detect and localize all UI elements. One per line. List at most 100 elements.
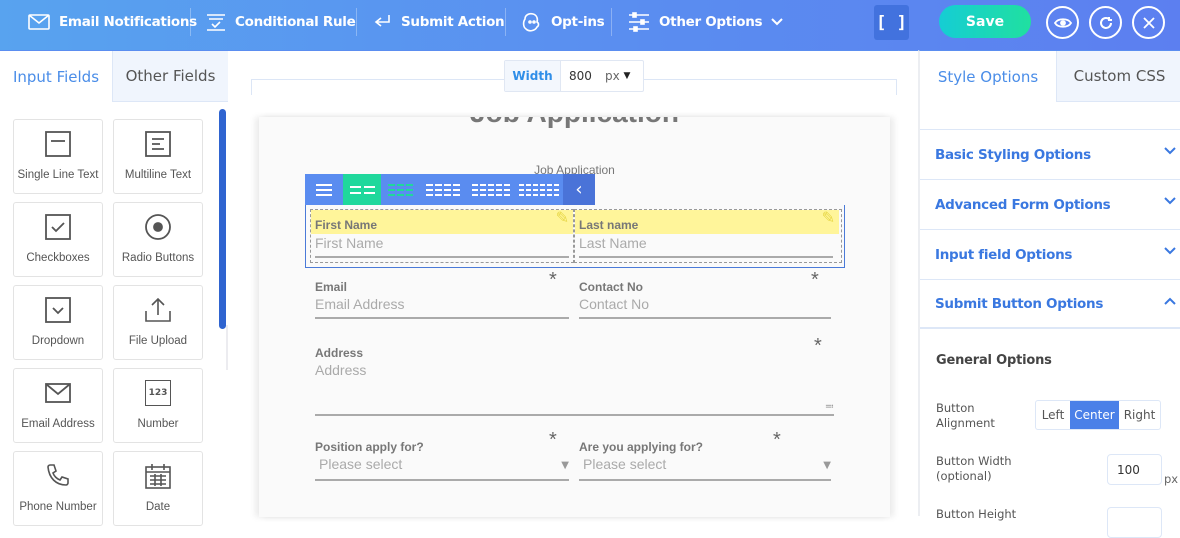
first-name-input[interactable]: First Name xyxy=(315,235,383,251)
divider xyxy=(611,8,612,36)
form-canvas: Width 800 px ▼ Job Application Job Appli… xyxy=(228,50,918,517)
align-center-option[interactable]: Center xyxy=(1070,401,1119,429)
required-asterisk: * xyxy=(549,269,557,291)
edit-pencil-icon[interactable]: ✎ xyxy=(556,208,569,227)
section-submit-button[interactable]: Submit Button Options xyxy=(920,279,1180,329)
nav-opt-ins[interactable]: Opt-ins xyxy=(520,0,605,44)
tab-style-options[interactable]: Style Options xyxy=(920,51,1056,102)
reset-button[interactable] xyxy=(1089,6,1122,39)
last-name-input[interactable]: Last Name xyxy=(579,235,647,251)
eye-icon xyxy=(1053,17,1072,28)
save-button[interactable]: Save xyxy=(939,5,1031,38)
button-width-input[interactable]: 100 xyxy=(1107,454,1162,485)
fullscreen-button[interactable]: [ ] xyxy=(874,5,909,40)
canvas-width-control: Width 800 px ▼ xyxy=(504,60,644,92)
email-field[interactable]: Email Email Address xyxy=(315,280,569,319)
field-checkboxes[interactable]: Checkboxes xyxy=(13,202,103,277)
button-alignment-label: Button Alignment xyxy=(936,401,995,430)
width-label: Width xyxy=(505,61,561,91)
first-name-label: First Name xyxy=(311,210,573,234)
tab-other-fields[interactable]: Other Fields xyxy=(112,51,228,102)
one-column-icon xyxy=(316,183,332,196)
single-line-text-icon xyxy=(45,131,71,157)
tab-custom-css[interactable]: Custom CSS xyxy=(1056,51,1180,102)
refresh-icon xyxy=(1099,16,1112,29)
dropdown-icon xyxy=(45,297,71,323)
field-dropdown[interactable]: Dropdown xyxy=(13,285,103,360)
section-basic-styling[interactable]: Basic Styling Options xyxy=(920,129,1180,179)
field-email-address[interactable]: Email Address xyxy=(13,368,103,443)
chevron-down-icon xyxy=(1164,197,1176,205)
required-asterisk: * xyxy=(549,429,557,451)
collapse-layout-toolbar[interactable]: ‹ xyxy=(563,174,595,205)
resize-handle-icon[interactable]: ≕ xyxy=(825,402,834,412)
close-icon xyxy=(1142,16,1155,29)
layout-2-columns[interactable] xyxy=(343,174,381,205)
layout-4-columns[interactable] xyxy=(419,174,467,205)
field-file-upload[interactable]: File Upload xyxy=(113,285,203,360)
divider xyxy=(190,8,191,36)
return-arrow-icon xyxy=(374,15,390,27)
layout-1-column[interactable] xyxy=(305,174,343,205)
chevron-down-icon xyxy=(1164,147,1176,155)
top-toolbar: Email Notifications Conditional Rule Sub… xyxy=(0,0,1180,50)
nav-other-options[interactable]: Other Options xyxy=(628,0,784,44)
field-date[interactable]: Date xyxy=(113,451,203,526)
last-name-label: Last name xyxy=(575,210,839,234)
nav-submit-action[interactable]: Submit Action xyxy=(372,0,505,44)
chevron-down-icon xyxy=(1164,247,1176,255)
field-multiline-text[interactable]: Multiline Text xyxy=(113,119,203,194)
position-select[interactable]: Position apply for? Please select ▼ xyxy=(315,440,569,481)
align-right-option[interactable]: Right xyxy=(1119,401,1160,429)
selected-row[interactable]: First Name ✎ First Name Last name ✎ Last… xyxy=(305,205,845,268)
six-columns-icon xyxy=(519,183,559,196)
multiline-text-icon xyxy=(145,131,171,157)
last-name-cell[interactable]: Last name ✎ Last Name xyxy=(574,208,842,263)
general-options-heading: General Options xyxy=(936,353,1052,368)
field-radio-buttons[interactable]: Radio Buttons xyxy=(113,202,203,277)
two-columns-icon xyxy=(349,185,375,194)
nav-email-notifications[interactable]: Email Notifications xyxy=(28,0,197,44)
first-name-cell[interactable]: First Name ✎ First Name xyxy=(310,208,574,263)
form-preview: Job Application Job Application ‹ xyxy=(259,117,890,517)
field-phone-number[interactable]: Phone Number xyxy=(13,451,103,526)
chevron-left-icon: ‹ xyxy=(575,179,583,200)
four-columns-icon xyxy=(426,183,460,196)
conditional-check-icon xyxy=(207,14,225,31)
calendar-icon xyxy=(145,464,171,489)
applying-for-select[interactable]: Are you applying for? Please select ▼ xyxy=(579,440,831,481)
fields-panel: Input Fields Other Fields Single Line Te… xyxy=(0,50,240,526)
layout-3-columns[interactable] xyxy=(381,174,419,205)
envelope-icon xyxy=(45,383,71,403)
button-height-input[interactable] xyxy=(1107,507,1162,538)
address-field[interactable]: Address Address ≕ xyxy=(315,346,834,416)
tab-input-fields[interactable]: Input Fields xyxy=(0,51,112,102)
column-layout-toolbar: ‹ xyxy=(305,174,595,205)
field-number[interactable]: 123 Number xyxy=(113,368,203,443)
upload-icon xyxy=(145,297,171,322)
sliders-icon xyxy=(629,12,649,32)
section-advanced-form[interactable]: Advanced Form Options xyxy=(920,179,1180,229)
phone-icon xyxy=(47,464,69,486)
caret-down-icon: ▼ xyxy=(561,460,569,471)
layout-6-columns[interactable] xyxy=(515,174,563,205)
chevron-up-icon xyxy=(1164,297,1176,305)
contact-no-field[interactable]: Contact No Contact No xyxy=(579,280,831,319)
field-single-line-text[interactable]: Single Line Text xyxy=(13,119,103,194)
nav-conditional-rule[interactable]: Conditional Rule xyxy=(206,0,356,44)
button-width-label: Button Width (optional) xyxy=(936,454,1012,483)
caret-down-icon: ▼ xyxy=(823,460,831,471)
five-columns-icon xyxy=(472,183,510,196)
button-alignment-control: Left Center Right xyxy=(1035,400,1161,430)
width-input[interactable]: 800 xyxy=(561,61,601,91)
section-input-field[interactable]: Input field Options xyxy=(920,229,1180,279)
preview-button[interactable] xyxy=(1046,6,1079,39)
width-unit-select[interactable]: px ▼ xyxy=(601,61,643,91)
envelope-icon xyxy=(28,14,50,30)
edit-pencil-icon[interactable]: ✎ xyxy=(822,208,835,227)
close-button[interactable] xyxy=(1132,6,1165,39)
layout-5-columns[interactable] xyxy=(467,174,515,205)
fields-scrollbar[interactable] xyxy=(219,109,226,329)
align-left-option[interactable]: Left xyxy=(1036,401,1070,429)
required-asterisk: * xyxy=(811,269,819,291)
